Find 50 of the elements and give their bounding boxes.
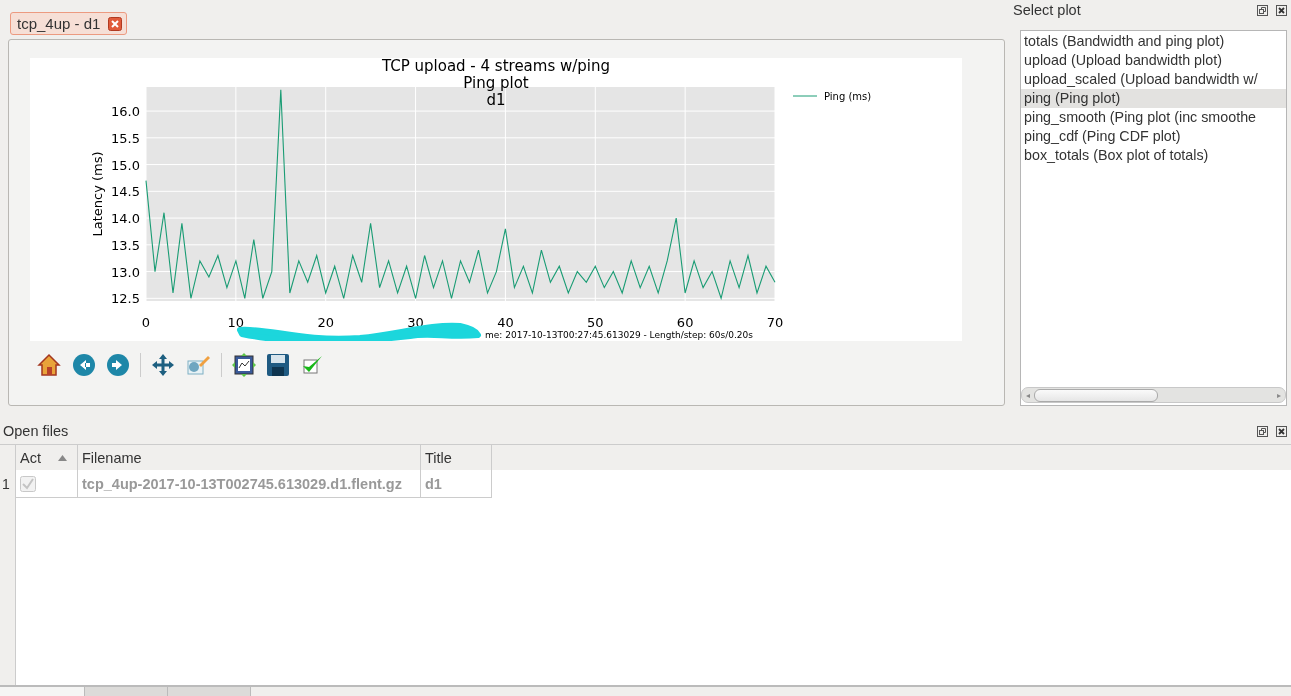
- tick-label: 40: [497, 315, 514, 330]
- back-icon[interactable]: [72, 353, 96, 377]
- legend-label: Ping (ms): [824, 91, 872, 102]
- plot-list-item[interactable]: box_totals (Box plot of totals): [1021, 146, 1286, 165]
- plot-list-item[interactable]: ping_smooth (Ping plot (inc smoothe: [1021, 108, 1286, 127]
- column-header[interactable]: Filename: [78, 445, 421, 470]
- tick-label: 15.0: [111, 157, 140, 173]
- tick-label: 13.5: [111, 237, 140, 253]
- float-icon[interactable]: [1257, 425, 1268, 437]
- tick-label: 13.0: [111, 264, 140, 280]
- tick-label: 20: [317, 315, 334, 330]
- legend-line: [792, 95, 818, 97]
- column-header[interactable]: Act: [16, 445, 78, 470]
- table-cell: d1: [425, 475, 442, 492]
- plot-list-item[interactable]: ping (Ping plot): [1021, 89, 1286, 108]
- document-tab[interactable]: tcp_4up - d1: [10, 12, 128, 35]
- tick-label: 60: [676, 315, 694, 330]
- tick-label: 14.0: [111, 211, 140, 227]
- column-header[interactable]: Title: [421, 445, 492, 470]
- table-cell: tcp_4up-2017-10-13T002745.613029.d1.flent.gz: [82, 475, 402, 492]
- dock-title: Select plot: [1013, 2, 1081, 18]
- row-number: 1: [0, 470, 16, 498]
- plot-list-item[interactable]: ping_cdf (Ping CDF plot): [1021, 127, 1286, 146]
- tick-label: 12.5: [111, 291, 140, 307]
- save-icon[interactable]: [266, 353, 290, 377]
- chart-subtitle: d1: [486, 91, 506, 109]
- home-icon[interactable]: [36, 352, 62, 378]
- tick-label: 15.5: [111, 130, 140, 146]
- close-icon[interactable]: [1276, 4, 1287, 16]
- tick-label: 70: [766, 315, 784, 330]
- chart-title: TCP upload - 4 streams w/ping: [381, 58, 611, 75]
- check-icon[interactable]: [300, 353, 324, 377]
- tick-label: 50: [587, 315, 604, 330]
- float-icon[interactable]: [1257, 4, 1268, 16]
- plot-list-item[interactable]: upload_scaled (Upload bandwidth w/: [1021, 70, 1286, 89]
- close-icon[interactable]: [108, 16, 123, 31]
- tick-label: 16.0: [111, 104, 140, 120]
- plot-list-item[interactable]: upload (Upload bandwidth plot): [1021, 51, 1286, 70]
- close-icon[interactable]: [1276, 425, 1287, 437]
- chart-subtitle: Ping plot: [463, 74, 529, 92]
- chart-footer: me: 2017-10-13T00:27:45.613029 - Length/step: 60s/0.20s: [485, 330, 753, 340]
- tick-label: 14.5: [111, 184, 140, 200]
- forward-icon[interactable]: [106, 353, 130, 377]
- plot-list-item[interactable]: totals (Bandwidth and ping plot): [1021, 32, 1286, 51]
- axis-label: Latency (ms): [90, 151, 105, 237]
- dock-title: Open files: [3, 423, 69, 439]
- subplots-icon[interactable]: [232, 353, 256, 377]
- move-icon[interactable]: [151, 353, 175, 377]
- tick-label: 10: [227, 315, 245, 330]
- tick-label: 0: [141, 315, 151, 330]
